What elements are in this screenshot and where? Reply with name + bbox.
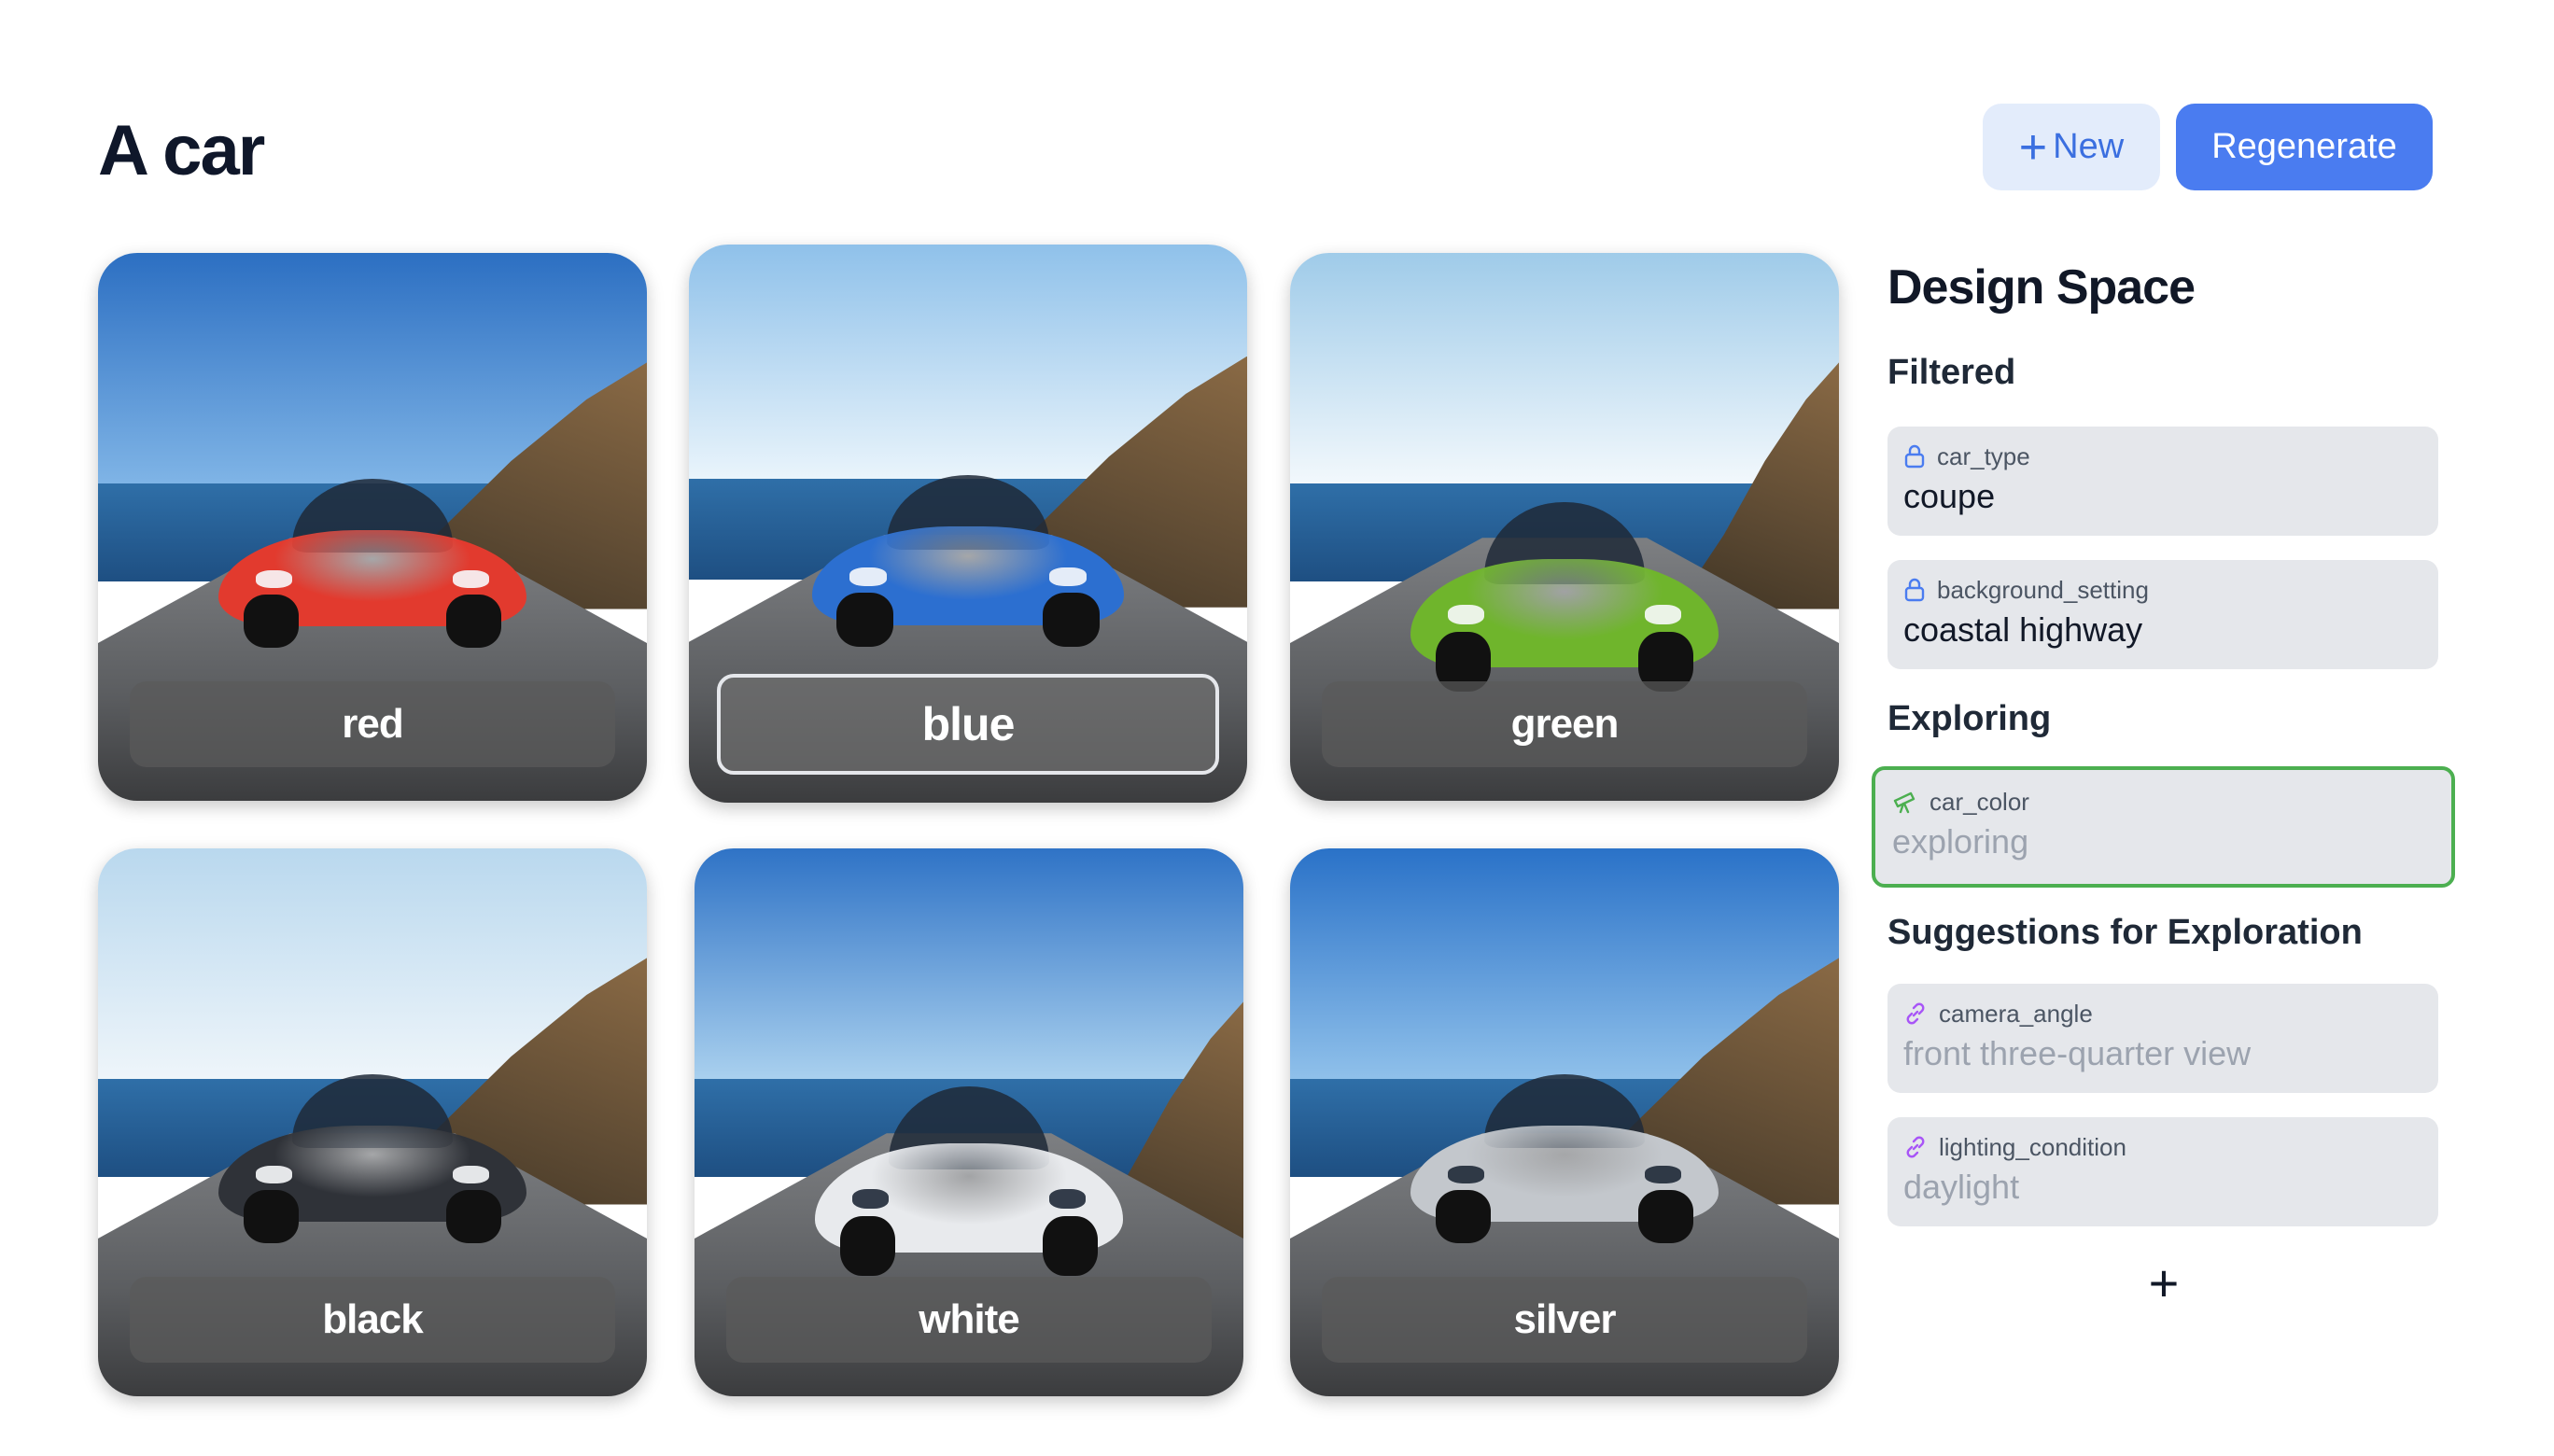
card-label: silver <box>1322 1277 1807 1363</box>
chip-value: exploring <box>1892 822 2029 861</box>
image-card-green[interactable]: green <box>1290 253 1839 801</box>
design-space-title: Design Space <box>1887 260 2196 315</box>
sky <box>695 848 1243 1079</box>
filtered-heading: Filtered <box>1887 353 2016 392</box>
car-shape <box>815 1079 1123 1276</box>
chip-key: camera_angle <box>1939 999 2093 1028</box>
car-shape <box>1410 1068 1719 1243</box>
chip-value: front three-quarter view <box>1903 1034 2252 1072</box>
add-dimension-button[interactable]: + <box>2143 1253 2184 1312</box>
car-shape <box>811 468 1125 647</box>
chip-key: car_color <box>1930 787 2029 816</box>
suggestions-heading: Suggestions for Exploration <box>1887 913 2363 952</box>
chip-key: lighting_condition <box>1939 1132 2126 1161</box>
regenerate-button[interactable]: Regenerate <box>2176 104 2433 190</box>
dimension-chip-background-setting[interactable]: background_setting coastal highway <box>1887 560 2438 669</box>
new-button-label: New <box>2053 127 2125 166</box>
image-card-black[interactable]: black <box>98 848 647 1396</box>
card-label: white <box>726 1277 1212 1363</box>
chip-key: car_type <box>1937 441 2030 470</box>
dimension-chip-car-color[interactable]: car_color exploring <box>1872 766 2455 888</box>
link-icon <box>1906 1136 1925 1158</box>
image-card-white[interactable]: white <box>695 848 1243 1396</box>
exploring-heading: Exploring <box>1887 699 2052 738</box>
card-label: green <box>1322 681 1807 767</box>
image-card-blue[interactable]: blue <box>689 245 1247 803</box>
new-button[interactable]: + New <box>1983 104 2160 190</box>
dimension-chip-car-type[interactable]: car_type coupe <box>1887 427 2438 536</box>
sky <box>1290 253 1839 483</box>
suggestion-chip-lighting-condition[interactable]: lighting_condition daylight <box>1887 1117 2438 1226</box>
link-icon <box>1906 1002 1925 1025</box>
chip-value: coastal highway <box>1903 610 2143 649</box>
lock-icon <box>1904 578 1925 602</box>
plus-icon: + <box>2018 119 2048 175</box>
page-title: A car <box>98 111 265 190</box>
image-card-red[interactable]: red <box>98 253 647 801</box>
card-label: blue <box>717 674 1219 775</box>
card-label: red <box>130 681 615 767</box>
suggestion-chip-camera-angle[interactable]: camera_angle front three-quarter view <box>1887 984 2438 1093</box>
image-card-silver[interactable]: silver <box>1290 848 1839 1396</box>
car-shape <box>1410 494 1719 692</box>
chip-key: background_setting <box>1937 575 2149 604</box>
car-shape <box>218 472 526 648</box>
telescope-icon <box>1893 791 1916 814</box>
chip-value: coupe <box>1903 477 1996 515</box>
chip-value: daylight <box>1903 1168 2020 1206</box>
lock-icon <box>1904 444 1925 469</box>
car-shape <box>218 1068 526 1243</box>
card-label: black <box>130 1277 615 1363</box>
